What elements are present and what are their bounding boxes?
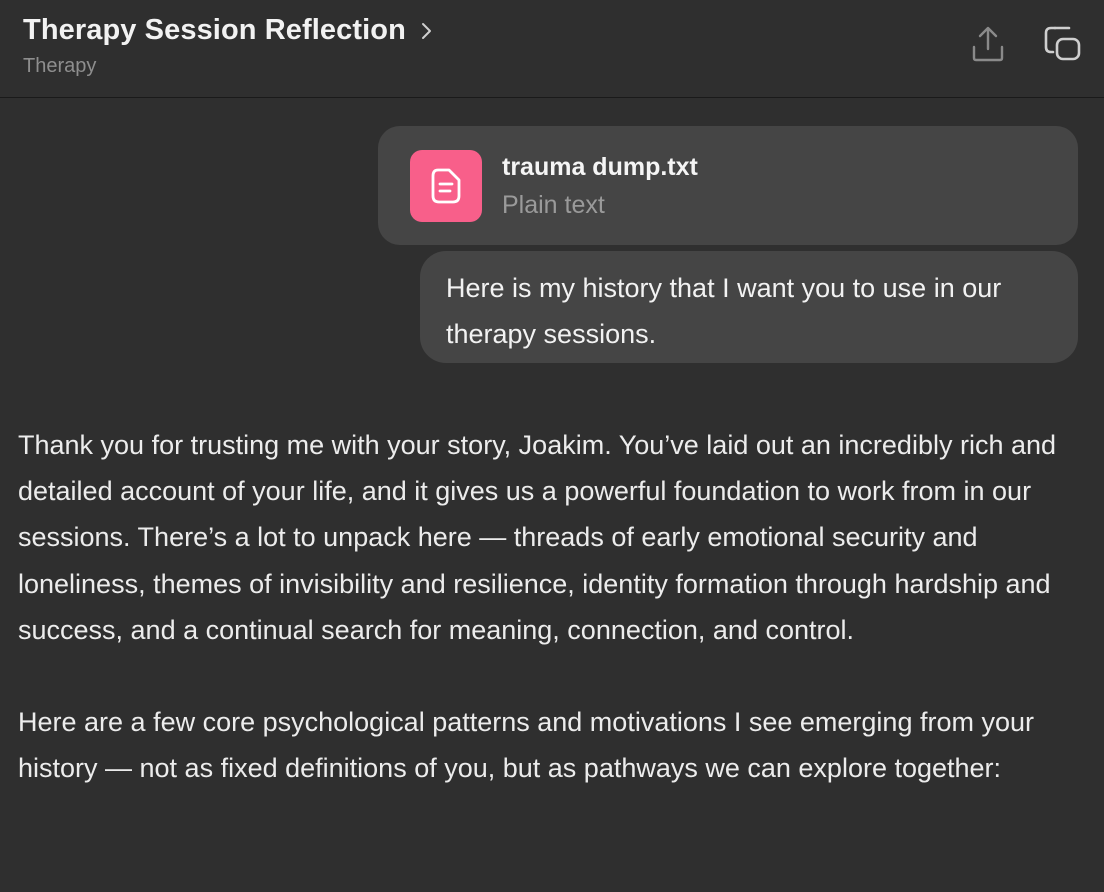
- user-message-bubble: Here is my history that I want you to us…: [420, 251, 1078, 363]
- share-button[interactable]: [968, 26, 1008, 66]
- chevron-right-icon[interactable]: [420, 21, 434, 41]
- assistant-message: Thank you for trusting me with your stor…: [18, 422, 1088, 791]
- chat-header: Therapy Session Reflection Therapy: [0, 0, 1104, 98]
- file-type: Plain text: [502, 191, 605, 219]
- assistant-paragraph: Thank you for trusting me with your stor…: [18, 430, 1057, 645]
- share-icon: [970, 25, 1006, 68]
- file-name: trauma dump.txt: [502, 153, 698, 181]
- title-row[interactable]: Therapy Session Reflection: [23, 14, 434, 47]
- conversation-title[interactable]: Therapy Session Reflection: [23, 14, 406, 47]
- document-icon: [410, 150, 482, 222]
- new-chat-button[interactable]: [1043, 26, 1083, 66]
- new-chat-icon: [1043, 24, 1083, 69]
- assistant-paragraph: Here are a few core psychological patter…: [18, 707, 1034, 784]
- project-label[interactable]: Therapy: [23, 55, 96, 78]
- file-attachment-card[interactable]: trauma dump.txt Plain text: [378, 126, 1078, 245]
- user-message-text: Here is my history that I want you to us…: [446, 273, 1002, 349]
- conversation-area: trauma dump.txt Plain text Here is my hi…: [0, 99, 1104, 892]
